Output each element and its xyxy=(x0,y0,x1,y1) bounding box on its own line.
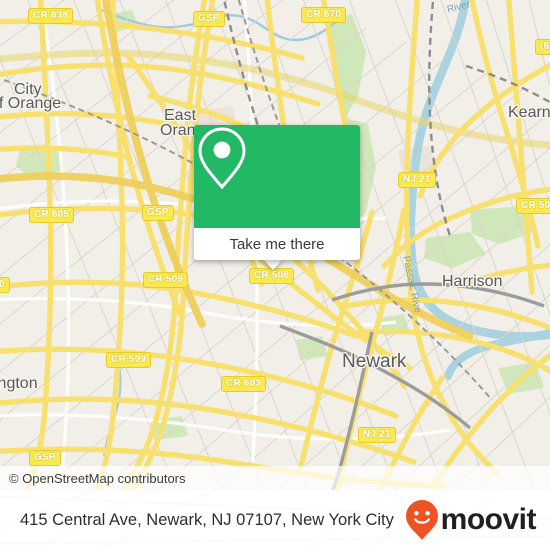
place-label: Oran xyxy=(160,122,196,139)
callout-header xyxy=(194,125,360,228)
moovit-map-screenshot: CR 638 GSP CR 670 (6 NJ 21 CR 507 CR 605… xyxy=(0,0,550,550)
osm-attribution-text[interactable]: © OpenStreetMap contributors xyxy=(0,471,186,486)
footer-bar: 415 Central Ave, Newark, NJ 07107, New Y… xyxy=(0,490,550,550)
moovit-wordmark: moovit xyxy=(440,503,537,536)
road-shield[interactable]: CR 508 xyxy=(249,268,295,284)
place-label: Newark xyxy=(342,351,407,372)
road-shield[interactable]: (6 xyxy=(535,39,550,55)
road-shield[interactable]: GSP xyxy=(142,205,174,221)
map-pin-icon xyxy=(198,127,246,190)
address-text: 415 Central Ave, Newark, NJ 07107, New Y… xyxy=(20,510,394,529)
take-me-there-label: Take me there xyxy=(229,235,325,253)
road-shield[interactable]: GSP xyxy=(29,450,61,466)
moovit-pin-icon xyxy=(405,500,438,540)
take-me-there-button[interactable]: Take me there xyxy=(194,228,360,260)
road-shield[interactable]: CR 638 xyxy=(28,8,74,24)
location-callout-card[interactable]: Take me there xyxy=(194,125,360,260)
place-label: ington xyxy=(0,375,38,392)
road-shield[interactable]: GSP xyxy=(193,11,225,27)
road-shield[interactable]: 0 xyxy=(0,277,10,293)
place-label: of Orange xyxy=(0,95,62,112)
map-attribution-bar: © OpenStreetMap contributors xyxy=(0,466,550,490)
map-canvas[interactable]: CR 638 GSP CR 670 (6 NJ 21 CR 507 CR 605… xyxy=(0,0,550,490)
place-label: Harrison xyxy=(442,273,503,290)
road-shield[interactable]: CR 509 xyxy=(143,272,189,288)
road-shield[interactable]: CR 605 xyxy=(29,207,75,223)
road-shield[interactable]: NJ 21 xyxy=(398,172,436,188)
moovit-logo[interactable]: moovit xyxy=(405,499,550,541)
road-shield[interactable]: CR 670 xyxy=(301,7,347,23)
road-shield[interactable]: CR 507 xyxy=(516,198,550,214)
road-shield[interactable]: NJ 21 xyxy=(358,427,396,443)
place-label: Kearny xyxy=(508,104,550,121)
road-shield[interactable]: CR 509 xyxy=(106,352,152,368)
road-shield[interactable]: CR 603 xyxy=(221,376,267,392)
